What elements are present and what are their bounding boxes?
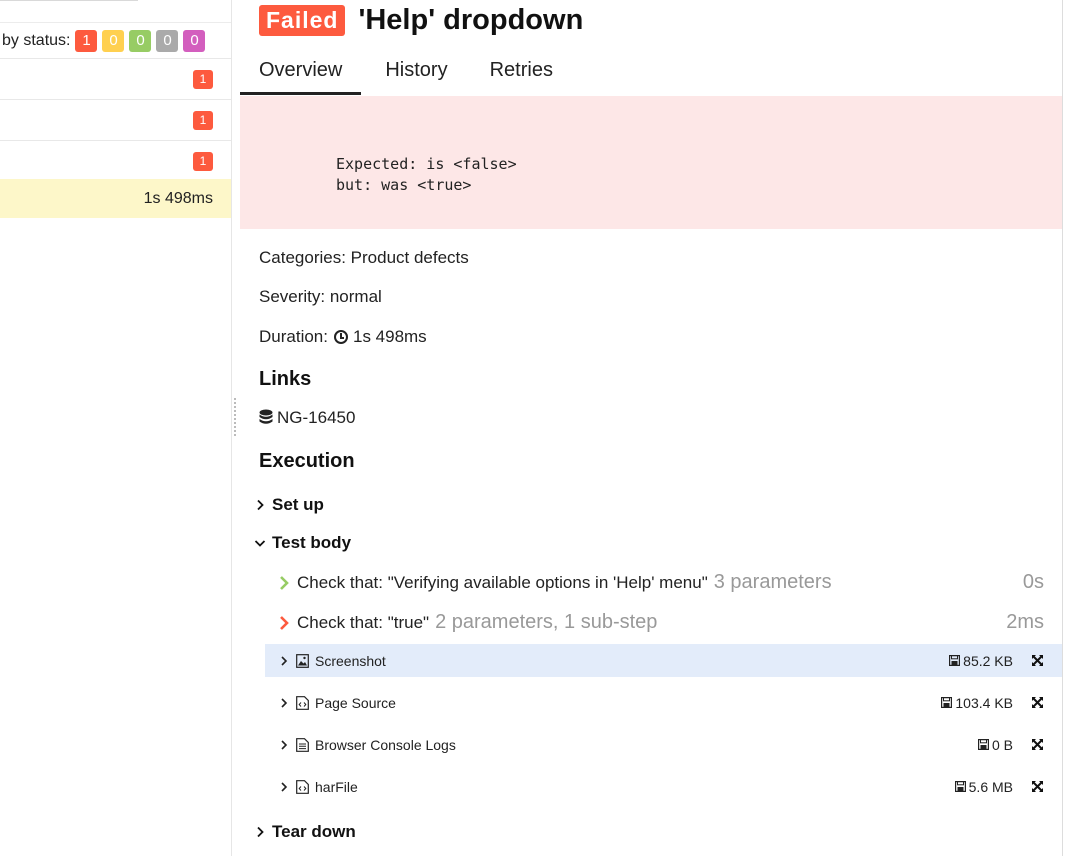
error-message: Expected: is <false> but: was <true>: [240, 96, 1062, 229]
step-params: 2 parameters, 1 sub-step: [435, 611, 658, 633]
stage-teardown-label: Tear down: [272, 822, 356, 841]
duration: Duration: 1s 498ms: [259, 327, 427, 347]
execution-title: Execution: [259, 450, 355, 472]
status-badge: Failed: [259, 5, 346, 36]
attachment-size: 5.6 MB: [954, 778, 1013, 795]
expand-icon[interactable]: [1031, 780, 1044, 793]
chevron-right-icon: [281, 739, 288, 750]
chevron-down-icon: [254, 540, 266, 547]
chevron-right-icon: [281, 781, 288, 792]
expand-icon[interactable]: [1031, 654, 1044, 667]
chevron-right-icon: [257, 826, 264, 838]
status-broken-toggle[interactable]: 0: [102, 29, 125, 52]
status-filter: by status: 1 0 0 0 0: [0, 22, 231, 58]
passed-chevron-icon: [280, 575, 289, 590]
tab-overview[interactable]: Overview: [240, 50, 362, 95]
page-title: 'Help' dropdown: [358, 4, 584, 36]
links-title: Links: [259, 368, 312, 390]
failed-count-badge: 1: [193, 110, 213, 130]
text-file-icon: [296, 737, 309, 752]
attachment-size-text: 5.6 MB: [968, 778, 1013, 795]
save-icon: [954, 781, 966, 792]
test-result-pane: Failed 'Help' dropdown Overview History …: [240, 0, 1063, 856]
issue-link[interactable]: NG-16450: [259, 408, 355, 428]
tab-retries[interactable]: Retries: [471, 50, 572, 95]
tree-group-row[interactable]: 1: [0, 99, 231, 140]
step-name: Check that: "true": [297, 612, 430, 632]
duration-label: Duration:: [259, 327, 328, 346]
attachment-name: harFile: [315, 778, 358, 795]
tree-group-row[interactable]: 1: [0, 58, 231, 99]
error-expected: Expected: is <false>: [336, 155, 517, 173]
step-params: 3 parameters: [713, 571, 832, 593]
code-file-icon: [296, 695, 309, 710]
step-row[interactable]: Check that: "true" 2 parameters, 1 sub-s…: [278, 611, 1044, 634]
test-header: Failed 'Help' dropdown: [259, 4, 583, 37]
save-icon: [977, 739, 989, 750]
divider: [0, 0, 138, 1]
step-duration: 2ms: [1006, 611, 1044, 633]
severity: Severity: normal: [259, 287, 382, 306]
failed-count-badge: 1: [193, 69, 213, 89]
attachment-name: Browser Console Logs: [315, 736, 456, 753]
step-name: Check that: "Verifying available options…: [297, 572, 708, 592]
step-row[interactable]: Check that: "Verifying available options…: [278, 571, 1044, 594]
attachment-size: 103.4 KB: [941, 695, 1013, 711]
stage-test-body-label: Test body: [272, 533, 352, 552]
tab-history[interactable]: History: [366, 50, 466, 95]
error-actual: but: was <true>: [336, 176, 472, 194]
attachment-size: 0 B: [977, 736, 1013, 753]
status-failed-toggle[interactable]: 1: [75, 29, 98, 52]
image-file-icon: [296, 653, 309, 668]
attachment-row[interactable]: Page Source 103.4 KB: [265, 686, 1062, 719]
test-duration: 1s 498ms: [143, 189, 213, 207]
issue-link-text: NG-16450: [277, 408, 356, 427]
test-tree-pane: by status: 1 0 0 0 0 1 1 1 1s 498ms: [0, 0, 232, 856]
expand-icon[interactable]: [1031, 696, 1044, 709]
pane-splitter-handle[interactable]: [232, 398, 238, 438]
tree-group-row[interactable]: 1: [0, 140, 231, 181]
save-icon: [949, 655, 961, 666]
stage-setup-label: Set up: [272, 495, 324, 514]
status-skipped-toggle[interactable]: 0: [156, 29, 179, 52]
tab-bar: Overview History Retries: [240, 50, 1062, 95]
attachment-row[interactable]: Browser Console Logs 0 B: [265, 728, 1062, 761]
expand-icon[interactable]: [1031, 738, 1044, 751]
attachment-size: 85.2 KB: [949, 653, 1013, 669]
duration-value: 1s 498ms: [352, 327, 427, 346]
attachment-size-text: 0 B: [991, 736, 1013, 753]
attachment-row[interactable]: Screenshot 85.2 KB: [265, 644, 1062, 677]
attachment-name: Page Source: [315, 694, 396, 711]
attachment-size-text: 103.4 KB: [955, 694, 1013, 711]
failed-count-badge: 1: [193, 151, 213, 171]
step-duration: 0s: [1022, 571, 1044, 593]
code-file-icon: [296, 779, 309, 794]
attachment-row[interactable]: harFile 5.6 MB: [265, 770, 1062, 803]
status-passed-toggle[interactable]: 0: [129, 29, 152, 52]
chevron-right-icon: [257, 499, 264, 511]
chevron-right-icon: [281, 697, 288, 708]
save-icon: [941, 697, 953, 708]
stage-test-body[interactable]: Test body: [254, 533, 351, 553]
failed-chevron-icon: [280, 615, 289, 630]
stage-teardown[interactable]: Tear down: [254, 822, 356, 842]
status-unknown-toggle[interactable]: 0: [183, 29, 206, 52]
selected-test-row[interactable]: 1s 498ms: [0, 179, 231, 218]
database-icon: [259, 409, 273, 424]
status-filter-label: by status:: [2, 31, 71, 49]
attachment-size-text: 85.2 KB: [963, 652, 1013, 669]
attachment-name: Screenshot: [315, 652, 386, 669]
stage-setup[interactable]: Set up: [254, 495, 324, 515]
clock-icon: [333, 330, 348, 344]
chevron-right-icon: [281, 655, 288, 666]
categories: Categories: Product defects: [259, 248, 469, 267]
